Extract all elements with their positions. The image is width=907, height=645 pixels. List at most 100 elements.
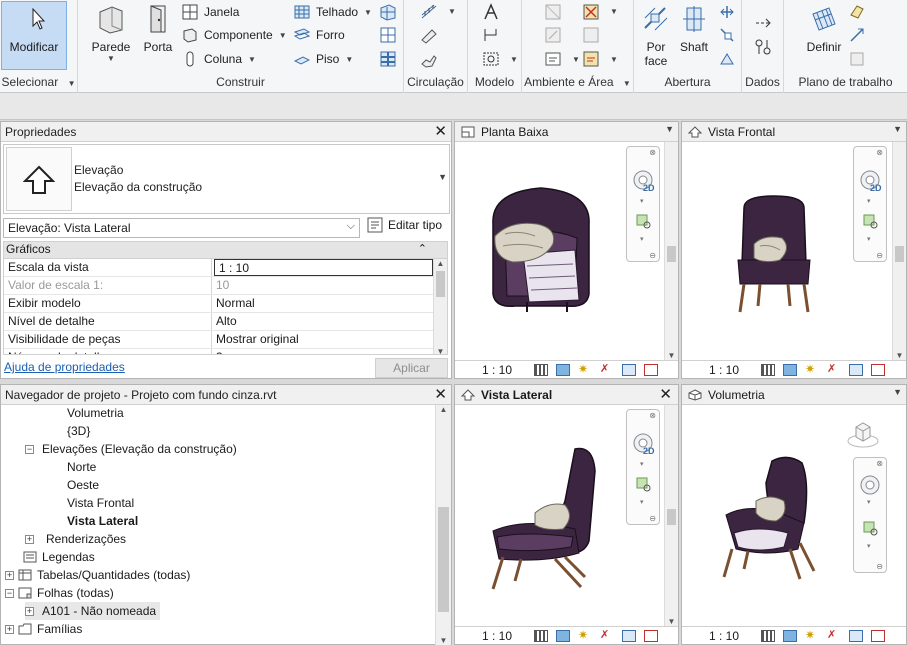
visual-style-icon[interactable] — [556, 363, 570, 376]
steering-wheel-icon[interactable] — [858, 474, 884, 498]
tree-item-sheet[interactable]: + A101 - Não nomeada — [25, 602, 161, 620]
define-button[interactable]: Definir — [802, 2, 846, 72]
detail-level-icon[interactable] — [761, 363, 775, 376]
view-menu-icon[interactable]: ▼ — [893, 124, 902, 134]
view-scale[interactable]: 1 : 10 — [709, 363, 753, 377]
area-boundary-icon[interactable] — [582, 26, 600, 44]
shadows-icon[interactable]: ✗ — [600, 629, 614, 642]
tree-item[interactable]: Vista Frontal — [67, 494, 134, 512]
column-button[interactable]: Coluna ▼ — [182, 48, 256, 70]
chevron-down-icon[interactable]: ▾ — [640, 498, 644, 506]
property-row[interactable]: Escala da vista 1 : 10 — [4, 259, 447, 277]
zoom-region-icon[interactable] — [862, 520, 880, 538]
expand-icon[interactable]: + — [5, 624, 14, 634]
tree-item[interactable]: + Renderizações — [25, 530, 126, 548]
view-tab[interactable]: Volumetria ▼ — [682, 385, 906, 405]
curtain-grid-icon[interactable] — [379, 26, 397, 44]
detail-level-icon[interactable] — [534, 363, 548, 376]
visual-style-icon[interactable] — [783, 629, 797, 642]
view-scrollbar[interactable]: ▼ — [664, 142, 678, 360]
view-tab[interactable]: Planta Baixa ▼ — [455, 122, 678, 142]
view-vista-lateral[interactable]: Vista Lateral ✕ ⊗ 2D ▾ ▾ ⊖ ▼ 1 : 10 ✷ ✗ — [454, 384, 679, 645]
by-face-button[interactable]: Por face — [638, 2, 674, 72]
area-dropdown[interactable]: ▼ — [610, 7, 618, 16]
show-crop-icon[interactable] — [644, 363, 658, 376]
tree-item[interactable]: Volumetria — [67, 404, 124, 422]
collapse-icon[interactable]: − — [5, 588, 14, 598]
expand-icon[interactable]: + — [5, 570, 14, 580]
zoom-region-icon[interactable] — [635, 476, 653, 494]
chevron-down-icon[interactable]: ▾ — [867, 235, 871, 243]
view-planta-baixa[interactable]: Planta Baixa ▼ ⊗ 2D ▾ ▾ ⊖ ▼ 1 : 10 ✷ ✗ — [454, 121, 679, 379]
visual-style-icon[interactable] — [556, 629, 570, 642]
component-button[interactable]: Componente ▼ — [182, 24, 287, 46]
view-scale[interactable]: 1 : 10 — [709, 629, 753, 643]
expand-icon[interactable]: + — [25, 606, 34, 616]
railing-icon[interactable] — [420, 3, 438, 21]
show-crop-icon[interactable] — [871, 629, 885, 642]
shadows-icon[interactable]: ✗ — [827, 629, 841, 642]
show-crop-icon[interactable] — [644, 629, 658, 642]
apply-button[interactable]: Aplicar — [375, 358, 448, 378]
type-dropdown-icon[interactable]: ▼ — [438, 172, 447, 182]
roof-button[interactable]: Telhado ▼ — [294, 1, 372, 23]
view-scrollbar[interactable]: ▼ — [664, 405, 678, 626]
type-selector[interactable]: Elevação Elevação da construção ▼ — [3, 144, 450, 214]
property-value-input[interactable]: 1 : 10 — [214, 259, 433, 276]
area-tag-dropdown[interactable]: ▼ — [610, 55, 618, 64]
wall-opening-icon[interactable] — [718, 3, 736, 21]
window-button[interactable]: Janela — [182, 1, 239, 23]
crop-view-icon[interactable] — [849, 629, 863, 642]
navigation-bar[interactable]: ⊗ 2D ▾ ▾ ⊖ — [626, 146, 660, 262]
chevron-down-icon[interactable]: ▾ — [640, 460, 644, 468]
tree-item-elevations[interactable]: − Elevações (Elevação da construção) — [25, 440, 237, 458]
chevron-down-icon[interactable]: ▾ — [867, 197, 871, 205]
ceiling-button[interactable]: Forro — [294, 24, 345, 46]
tree-item[interactable]: {3D} — [67, 422, 90, 440]
curtain-system-icon[interactable] — [379, 3, 397, 21]
wall-button[interactable]: Parede ▼ — [86, 2, 136, 72]
crop-view-icon[interactable] — [622, 363, 636, 376]
floor-button[interactable]: Piso ▼ — [294, 48, 353, 70]
view-menu-icon[interactable]: ▼ — [665, 124, 674, 134]
property-row[interactable]: Nível de detalhe Alto — [4, 313, 447, 331]
chevron-down-icon[interactable]: ▾ — [867, 498, 871, 506]
tree-item[interactable]: + Tabelas/Quantidades (todas) — [5, 566, 190, 584]
chevron-down-icon[interactable]: ▾ — [867, 542, 871, 550]
ribbon-group-title[interactable]: Selecionar ▼ — [0, 75, 77, 89]
property-row[interactable]: Exibir modelo Normal — [4, 295, 447, 313]
ref-plane-icon[interactable] — [848, 26, 866, 44]
crop-view-icon[interactable] — [849, 363, 863, 376]
view-scrollbar[interactable]: ▼ — [892, 142, 906, 360]
viewer-icon[interactable] — [848, 50, 866, 68]
zoom-region-icon[interactable] — [862, 213, 880, 231]
area-tag-icon[interactable] — [582, 50, 600, 68]
room-tag-dropdown[interactable]: ▼ — [572, 55, 580, 64]
model-group-dropdown[interactable]: ▼ — [510, 55, 518, 64]
view-tab-active[interactable]: Vista Lateral ✕ — [455, 385, 678, 405]
view-scale[interactable]: 1 : 10 — [482, 629, 526, 643]
close-icon[interactable]: ✕ — [434, 123, 447, 141]
view-scale[interactable]: 1 : 10 — [482, 363, 526, 377]
collapse-icon[interactable]: ⌃ — [418, 242, 427, 255]
model-group-icon[interactable] — [482, 50, 500, 68]
dormer-icon[interactable] — [718, 50, 736, 68]
tree-item[interactable]: Legendas — [23, 548, 95, 566]
collapse-icon[interactable]: − — [25, 444, 34, 454]
navigation-bar[interactable]: ⊗ ▾ ▾ ⊖ — [853, 457, 887, 573]
zoom-region-icon[interactable] — [635, 213, 653, 231]
room-separator-icon[interactable] — [544, 26, 562, 44]
section-header[interactable]: Gráficos ⌃ — [4, 242, 447, 259]
railing-dropdown[interactable]: ▼ — [448, 7, 456, 16]
close-icon[interactable]: ✕ — [434, 386, 447, 404]
navigation-bar[interactable]: ⊗ 2D ▾ ▾ ⊖ — [626, 409, 660, 525]
close-icon[interactable]: ✕ — [659, 386, 672, 404]
sun-path-icon[interactable]: ✷ — [805, 629, 819, 642]
tree-item[interactable]: Norte — [67, 458, 96, 476]
detail-level-icon[interactable] — [761, 629, 775, 642]
sun-path-icon[interactable]: ✷ — [805, 363, 819, 376]
shadows-icon[interactable]: ✗ — [827, 363, 841, 376]
instance-filter-select[interactable]: Elevação: Vista Lateral ⌵ — [3, 218, 360, 238]
level-icon[interactable] — [754, 14, 772, 32]
shadows-icon[interactable]: ✗ — [600, 363, 614, 376]
